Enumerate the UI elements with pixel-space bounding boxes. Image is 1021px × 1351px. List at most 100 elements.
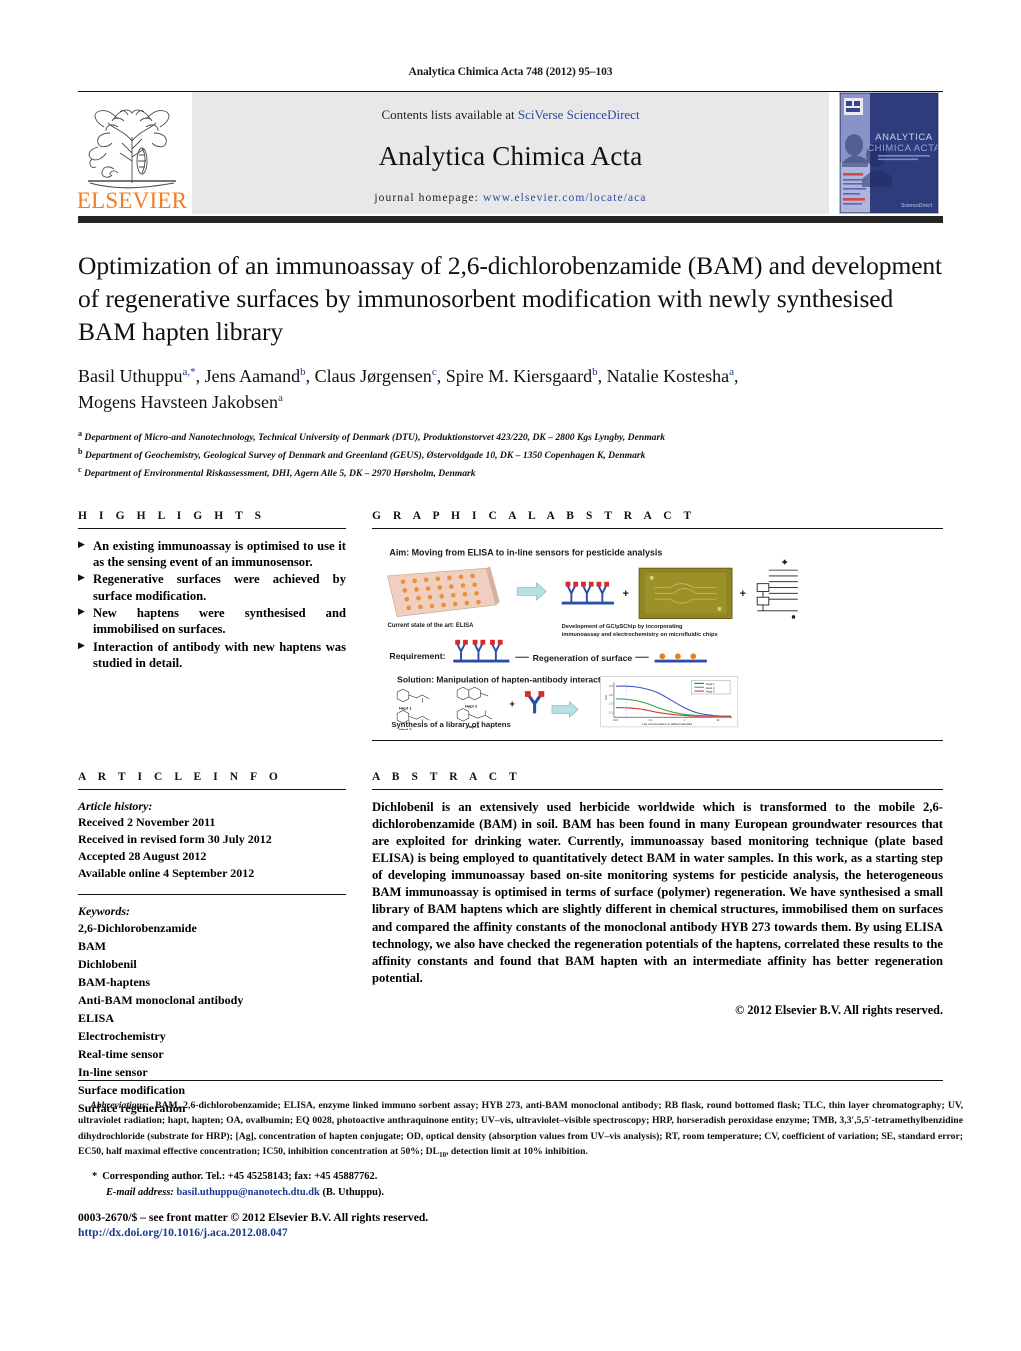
highlights-rule	[78, 527, 346, 529]
keyword-item: BAM	[78, 938, 106, 953]
affiliation-list: a Department of Micro-and Nanotechnology…	[78, 428, 943, 482]
keyword-item: Real-time sensor	[78, 1046, 164, 1061]
ga-aim-line: Aim: Moving from ELISA to in-line sensor…	[389, 547, 662, 557]
svg-text:1.5: 1.5	[609, 702, 613, 705]
keyword-item: BAM-haptens	[78, 974, 151, 989]
svg-text:Hapt 1: Hapt 1	[399, 705, 412, 710]
ga-chip-caption-1: Development of GC/µSChip by incorporatin…	[562, 624, 683, 630]
svg-text:Log concentration of added sta: Log concentration of added standard	[642, 722, 692, 726]
cover-title-1: ANALYTICA	[875, 132, 933, 143]
sciencedirect-link[interactable]: SciVerse ScienceDirect	[518, 107, 640, 122]
cover-artwork: ANALYTICA CHIMICA ACTA ScienceDirect	[839, 92, 939, 214]
graphical-abstract-bottom-rule	[372, 739, 943, 741]
svg-text:Hapt 3: Hapt 3	[706, 689, 715, 693]
ga-regenerated-surface	[654, 653, 707, 663]
svg-text:2.5: 2.5	[609, 685, 613, 688]
author-line-1: Basil Uthuppua,*, Jens Aamandb, Claus Jø…	[78, 366, 739, 387]
homepage-url[interactable]: www.elsevier.com/locate/aca	[483, 192, 647, 204]
elsevier-tree-icon	[88, 109, 176, 189]
ga-chip-caption-2: immunoassay and electrochemistry on micr…	[562, 632, 718, 638]
graphical-abstract-image: Aim: Moving from ELISA to in-line sensor…	[372, 537, 943, 730]
ga-synthesis-caption: Synthesis of a library of haptens	[391, 720, 510, 729]
article-history-label: Article history:	[78, 798, 153, 813]
ga-requirement-label: Requirement:	[389, 651, 445, 661]
affiliation-b: b Department of Geochemistry, Geological…	[78, 446, 646, 461]
highlights-column: H I G H L I G H T S An existing immunoas…	[78, 510, 346, 741]
issn-line: 0003-2670/$ – see front matter © 2012 El…	[78, 1211, 429, 1225]
email-link[interactable]: basil.uthuppu@nanotech.dtu.dk	[176, 1187, 319, 1198]
affiliation-c-text: Department of Environmental Riskassessme…	[83, 467, 476, 479]
page-title: Optimization of an immunoassay of 2,6-di…	[78, 251, 943, 347]
ga-regeneration-label: Regeneration of surface	[533, 653, 633, 663]
keyword-item: ELISA	[78, 1010, 115, 1025]
abstract-column: A B S T R A C T Dichlobenil is an extens…	[372, 771, 943, 1117]
highlights-list: An existing immunoassay is optimised to …	[78, 538, 346, 672]
email-note: E-mail address: basil.uthuppu@nanotech.d…	[78, 1185, 963, 1201]
abbreviations-tail: , detection limit at 10% inhibition.	[446, 1145, 588, 1157]
contents-prefix: Contents lists available at	[381, 106, 518, 122]
abstract-copyright: © 2012 Elsevier B.V. All rights reserved…	[735, 1003, 943, 1018]
cover-title-2: CHIMICA ACTA	[867, 143, 938, 154]
article-first-page: Analytica Chimica Acta 748 (2012) 95–103	[0, 0, 1021, 1351]
article-info-rule	[78, 788, 346, 790]
corresponding-author-note: * Corresponding author. Tel.: +45 4525814…	[78, 1169, 963, 1185]
footer-rule	[78, 1080, 943, 1081]
keyword-item: Electrochemistry	[78, 1028, 166, 1043]
ga-inhibition-chart: Hapt 1 Hapt 2 Hapt 3 OD Log concentratio…	[600, 675, 739, 727]
keywords-label: Keywords:	[78, 903, 130, 918]
journal-homepage: journal homepage: www.elsevier.com/locat…	[374, 192, 646, 204]
author-list: Basil Uthuppua,*, Jens Aamandb, Claus Jø…	[78, 364, 943, 415]
masthead-bottom-rule	[78, 216, 943, 223]
article-info-column: A R T I C L E I N F O Article history: R…	[78, 771, 346, 1117]
journal-cover-thumbnail: ANALYTICA CHIMICA ACTA ScienceDirect	[835, 92, 943, 214]
ga-plus-1: +	[623, 588, 629, 600]
history-item: Received in revised form 30 July 2012	[78, 831, 272, 846]
svg-text:ScienceDirect: ScienceDirect	[901, 203, 932, 209]
elsevier-logo: ELSEVIER	[76, 92, 188, 214]
column-gutter	[346, 510, 372, 741]
svg-text:0.01: 0.01	[613, 719, 618, 722]
ga-electrochem-sketch: + e	[756, 557, 798, 621]
doi-link[interactable]: http://dx.doi.org/10.1016/j.aca.2012.08.…	[78, 1226, 963, 1239]
ga-antibody-icon	[524, 690, 545, 714]
keyword-item: In-line sensor	[78, 1064, 148, 1079]
graphical-abstract-column: G R A P H I C A L A B S T R A C T Aim: M…	[372, 510, 943, 741]
svg-text:e: e	[792, 614, 795, 620]
list-item: Regenerative surfaces were achieved by s…	[78, 571, 346, 604]
running-head: Analytica Chimica Acta 748 (2012) 95–103	[408, 66, 613, 78]
ga-hapten-antibody-group-1	[561, 581, 614, 605]
contents-line: Contents lists available at SciVerse Sci…	[381, 107, 639, 123]
history-item: Available online 4 September 2012	[78, 865, 255, 880]
svg-text:Hapt 2: Hapt 2	[465, 703, 478, 708]
page-footer: Abbreviations: BAM, 2,6-dichlorobenzamid…	[78, 1098, 963, 1239]
title-block: Optimization of an immunoassay of 2,6-di…	[78, 223, 943, 482]
history-item: Received 2 November 2011	[78, 814, 216, 829]
info-abstract-row: A R T I C L E I N F O Article history: R…	[78, 771, 943, 1117]
journal-masthead: ELSEVIER Contents lists available at Sci…	[76, 92, 943, 214]
elsevier-wordmark: ELSEVIER	[76, 188, 188, 213]
list-item: An existing immunoassay is optimised to …	[78, 538, 346, 571]
abbreviations-label: Abbreviations:	[90, 1100, 149, 1111]
list-item: Interaction of antibody with new haptens…	[78, 639, 346, 672]
abstract-heading: A B S T R A C T	[372, 770, 522, 783]
svg-text:OD: OD	[604, 694, 608, 699]
svg-text:+: +	[782, 557, 787, 566]
ga-plus-3: +	[509, 699, 515, 710]
ga-arrow-2	[551, 700, 579, 718]
homepage-label: journal homepage:	[374, 191, 483, 204]
abstract-rule	[372, 788, 943, 790]
article-info-heading: A R T I C L E I N F O	[78, 770, 283, 783]
journal-band: Contents lists available at SciVerse Sci…	[192, 92, 829, 214]
highlights-heading: H I G H L I G H T S	[78, 509, 266, 522]
svg-text:1.0: 1.0	[609, 711, 613, 714]
ga-plus-2: +	[740, 588, 746, 600]
ga-solution-line: Solution: Manipulation of hapten-antibod…	[397, 674, 613, 684]
keyword-item: Anti-BAM monoclonal antibody	[78, 992, 244, 1007]
ga-bound-haptens	[453, 639, 510, 663]
affiliation-c: c Department of Environmental Riskassess…	[78, 464, 476, 479]
keyword-item: 2,6-Dichlorobenzamide	[78, 920, 197, 935]
elisa-plate-photo	[387, 565, 500, 617]
affiliation-b-text: Department of Geochemistry, Geological S…	[84, 449, 646, 461]
corresponding-text: Corresponding author. Tel.: +45 45258143…	[102, 1170, 378, 1182]
abbreviations-note: Abbreviations: BAM, 2,6-dichlorobenzamid…	[78, 1098, 963, 1161]
